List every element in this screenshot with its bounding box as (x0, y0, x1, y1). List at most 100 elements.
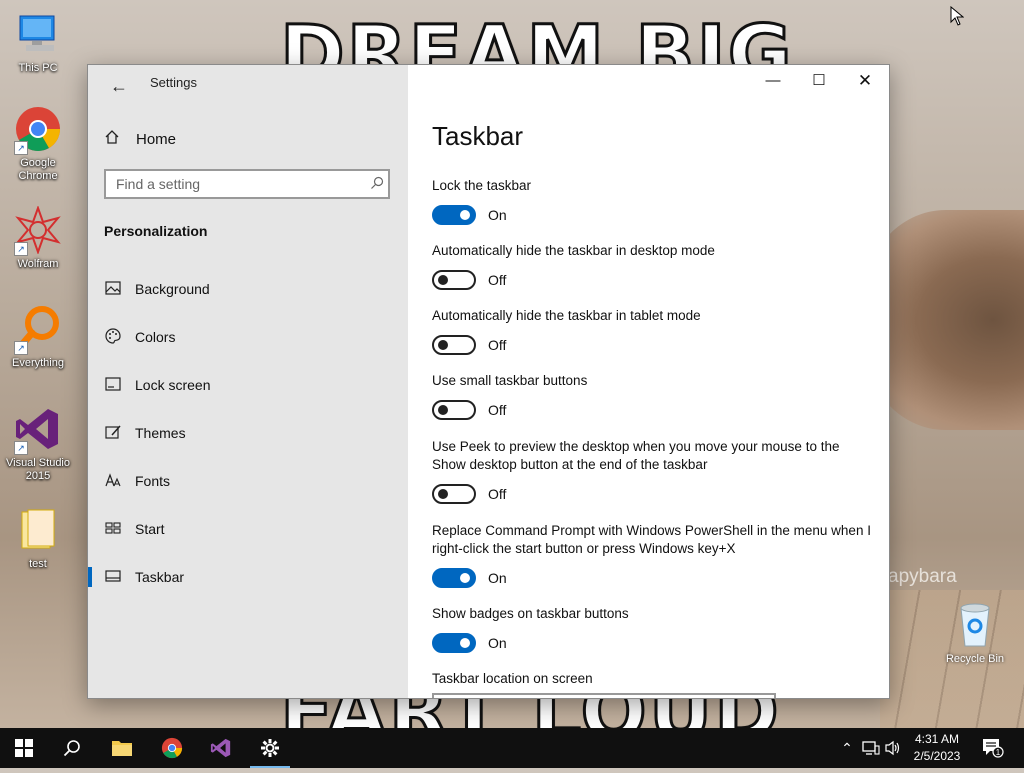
sidebar-item-background[interactable]: Background (88, 265, 408, 313)
taskbar-location-dropdown[interactable] (432, 693, 776, 698)
sidebar-item-label: Colors (135, 329, 176, 345)
powershell-toggle[interactable] (432, 568, 476, 588)
taskbar-file-explorer[interactable] (98, 728, 146, 768)
toggle-state: Off (488, 486, 507, 502)
badges-toggle[interactable] (432, 633, 476, 653)
back-arrow-icon: ← (110, 76, 128, 96)
taskbar-visual-studio[interactable] (197, 728, 245, 768)
minimize-icon: — (765, 72, 781, 89)
sidebar-item-start[interactable]: Start (88, 505, 408, 553)
toggle-state: Off (488, 337, 507, 353)
palette-icon (104, 327, 122, 347)
folder-icon (14, 506, 62, 554)
close-button[interactable]: ✕ (842, 65, 888, 97)
sidebar-item-colors[interactable]: Colors (88, 313, 408, 361)
speaker-icon (885, 740, 900, 756)
tray-volume[interactable] (884, 728, 904, 768)
desktop-icon-this-pc[interactable]: This PC (0, 10, 76, 75)
sidebar-item-label: Taskbar (135, 569, 185, 585)
chrome-icon (161, 737, 183, 759)
minimize-button[interactable]: — (750, 65, 796, 97)
setting-label: Taskbar location on screen (432, 671, 593, 686)
sidebar-item-label: Background (135, 281, 210, 297)
setting-label: Show badges on taskbar buttons (432, 606, 629, 621)
sidebar-item-themes[interactable]: Themes (88, 409, 408, 457)
sidebar-item-lock-screen[interactable]: Lock screen (88, 361, 408, 409)
taskbar-icon (104, 569, 122, 585)
taskbar-chrome[interactable] (148, 728, 196, 768)
taskbar: ⌃ 4:31 AM 2/5/2023 1 (0, 728, 1024, 768)
setting-powershell: Replace Command Prompt with Windows Powe… (432, 522, 872, 588)
setting-taskbar-location: Taskbar location on screen (432, 670, 872, 688)
magnifier-icon: ↗ (14, 305, 62, 355)
desktop-icon-google-chrome[interactable]: ↗ Google Chrome (0, 105, 76, 183)
toggle-state: On (488, 635, 507, 651)
back-button[interactable]: ← (104, 71, 134, 101)
desktop-icon-visual-studio[interactable]: ↗ Visual Studio 2015 (0, 405, 76, 483)
settings-main: — ☐ ✕ Taskbar Lock the taskbar On Automa… (408, 65, 889, 698)
peek-toggle[interactable] (432, 484, 476, 504)
home-label: Home (136, 130, 177, 148)
setting-peek: Use Peek to preview the desktop when you… (432, 438, 872, 504)
action-center-button[interactable]: 1 (982, 728, 1006, 768)
taskbar-clock[interactable]: 4:31 AM 2/5/2023 (906, 731, 968, 765)
small-buttons-toggle[interactable] (432, 400, 476, 420)
visual-studio-icon: ↗ (14, 405, 62, 455)
setting-label: Automatically hide the taskbar in tablet… (432, 308, 701, 323)
taskbar-search-button[interactable] (48, 728, 96, 768)
sidebar-item-taskbar[interactable]: Taskbar (88, 553, 408, 601)
shortcut-arrow-icon: ↗ (14, 141, 28, 155)
search-input[interactable] (104, 169, 390, 199)
lock-taskbar-toggle[interactable] (432, 205, 476, 225)
settings-sidebar: ← Settings Home Personalization Backgrou… (88, 65, 408, 698)
setting-badges: Show badges on taskbar buttons On (432, 605, 872, 653)
page-title: Taskbar (432, 121, 524, 151)
sidebar-item-fonts[interactable]: Fonts (88, 457, 408, 505)
sidebar-item-home[interactable]: Home (104, 129, 176, 149)
start-button[interactable] (0, 728, 48, 768)
close-icon: ✕ (857, 71, 873, 90)
home-icon (104, 129, 122, 149)
folder-icon (112, 741, 132, 756)
setting-autohide-tablet: Automatically hide the taskbar in tablet… (432, 307, 872, 355)
tray-overflow-button[interactable]: ⌃ (838, 728, 856, 768)
lock-screen-icon (104, 376, 122, 394)
themes-icon (104, 424, 122, 443)
desktop-icon-everything[interactable]: ↗ Everything (0, 305, 76, 370)
notification-icon: 1 (983, 739, 1004, 758)
desktop-icon-recycle-bin[interactable]: Recycle Bin (938, 600, 1012, 665)
toggle-state: On (488, 570, 507, 586)
start-icon (104, 521, 122, 537)
wallpaper-watermark: apybara (888, 566, 957, 587)
sidebar-item-label: Lock screen (135, 377, 211, 393)
toggle-state: On (488, 207, 507, 223)
visual-studio-icon (210, 738, 231, 758)
recycle-bin-label: Recycle Bin (945, 653, 1005, 665)
chevron-up-icon: ⌃ (841, 740, 853, 756)
setting-label: Lock the taskbar (432, 178, 532, 193)
taskbar-settings[interactable] (246, 728, 294, 768)
toggle-state: Off (488, 272, 507, 288)
recycle-bin-icon (960, 603, 990, 647)
search-icon (370, 176, 384, 193)
wolfram-star-icon: ↗ (14, 205, 62, 256)
maximize-button[interactable]: ☐ (796, 65, 842, 97)
setting-label: Replace Command Prompt with Windows Powe… (432, 523, 871, 556)
tray-network[interactable] (862, 728, 882, 768)
settings-window: ← Settings Home Personalization Backgrou… (87, 64, 890, 699)
gear-icon (261, 739, 279, 757)
desktop-icon-wolfram[interactable]: ↗ Wolfram (0, 205, 76, 271)
desktop-icon-test-folder[interactable]: test (0, 506, 76, 571)
sidebar-item-label: Themes (135, 425, 186, 441)
image-icon (104, 280, 122, 298)
fonts-icon (104, 472, 122, 490)
section-title: Personalization (104, 223, 208, 239)
maximize-icon: ☐ (812, 72, 826, 89)
autohide-desktop-toggle[interactable] (432, 270, 476, 290)
search-icon (63, 740, 80, 757)
sidebar-item-label: Start (135, 521, 165, 537)
computer-icon (14, 10, 62, 58)
personalization-nav: Background Colors Lock screen Themes Fon… (88, 265, 408, 601)
setting-label: Automatically hide the taskbar in deskto… (432, 243, 715, 258)
autohide-tablet-toggle[interactable] (432, 335, 476, 355)
